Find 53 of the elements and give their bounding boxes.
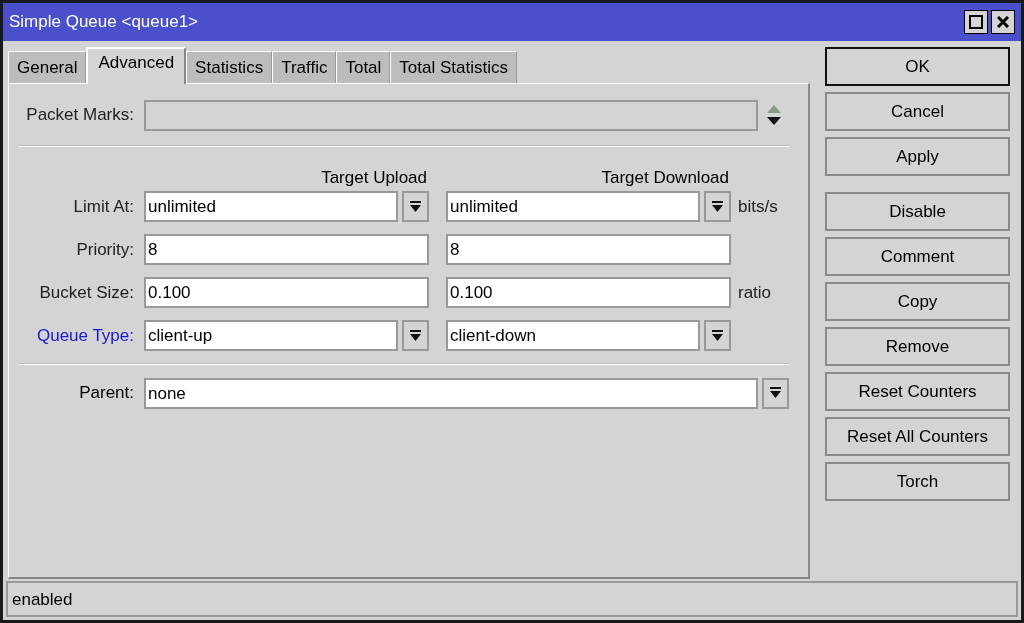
packet-marks-field[interactable]: [144, 99, 758, 131]
combo-field[interactable]: unlimited: [144, 191, 398, 222]
dropdown-arrow-icon: [712, 329, 723, 342]
tab[interactable]: General: [8, 51, 87, 83]
column-header: Target Download: [600, 167, 730, 190]
field-link[interactable]: Queue Type:: [19, 322, 144, 349]
parent-field[interactable]: none: [144, 377, 758, 409]
maximize-button[interactable]: [964, 10, 988, 34]
dialog-button[interactable]: Reset Counters: [825, 372, 1010, 411]
dropdown-button[interactable]: [402, 320, 429, 351]
field-label: Limit At:: [72, 195, 135, 218]
dropdown-arrow-icon: [410, 200, 421, 213]
tab[interactable]: Total Statistics: [390, 51, 517, 83]
tab[interactable]: Traffic: [272, 51, 337, 83]
input-field[interactable]: 0.100: [144, 277, 429, 308]
input-field[interactable]: 8: [144, 234, 429, 265]
field-label: Bucket Size:: [38, 281, 135, 304]
combo-field[interactable]: client-down: [446, 320, 700, 351]
dropdown-button[interactable]: [704, 320, 731, 351]
unit-label: ratio: [738, 281, 772, 304]
status-bar: enabled: [6, 581, 1018, 617]
combo-field[interactable]: client-up: [144, 320, 398, 351]
column-header: Target Upload: [320, 167, 428, 190]
combo-field[interactable]: unlimited: [446, 191, 700, 222]
unit-label: bits/s: [738, 195, 778, 218]
dropdown-arrow-icon: [410, 329, 421, 342]
dropdown-button[interactable]: [402, 191, 429, 222]
dialog-button[interactable]: Copy: [825, 282, 1010, 321]
dialog-button[interactable]: Apply: [825, 137, 1010, 176]
dialog-button[interactable]: Torch: [825, 462, 1010, 501]
sort-arrows-icon[interactable]: [766, 104, 782, 126]
dialog-button[interactable]: Cancel: [825, 92, 1010, 131]
dialog-button[interactable]: Remove: [825, 327, 1010, 366]
dialog-button[interactable]: OK: [825, 47, 1010, 86]
dialog-button[interactable]: Comment: [825, 237, 1010, 276]
dialog-button[interactable]: Reset All Counters: [825, 417, 1010, 456]
field-label: Parent:: [78, 382, 135, 405]
tab[interactable]: Statistics: [186, 51, 273, 83]
dropdown-arrow-icon: [770, 387, 781, 399]
input-field[interactable]: 0.100: [446, 277, 731, 308]
field-label: Priority:: [75, 238, 135, 261]
dropdown-button[interactable]: [762, 377, 789, 409]
dialog-button[interactable]: Disable: [825, 192, 1010, 231]
window-title: Simple Queue <queue1>: [9, 11, 200, 34]
tab[interactable]: Total: [336, 51, 391, 83]
close-button[interactable]: [991, 10, 1015, 34]
close-icon: [997, 16, 1009, 28]
field-label: Packet Marks:: [25, 104, 135, 127]
dropdown-arrow-icon: [712, 200, 723, 213]
input-field[interactable]: 8: [446, 234, 731, 265]
maximize-icon: [969, 15, 983, 29]
tab[interactable]: Advanced: [86, 47, 187, 84]
dropdown-button[interactable]: [704, 191, 731, 222]
